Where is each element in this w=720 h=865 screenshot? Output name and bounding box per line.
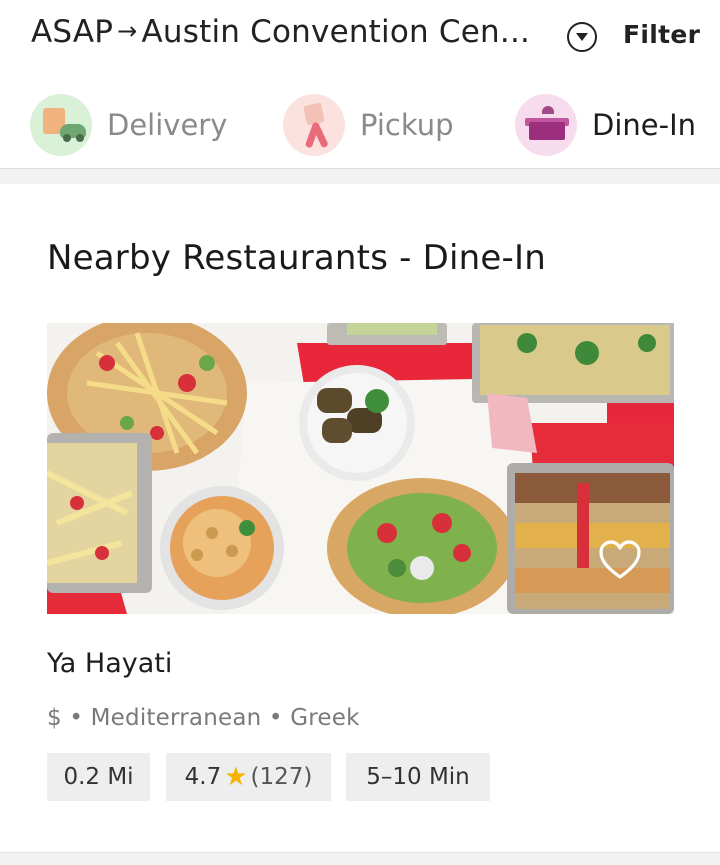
- distance-badge: 0.2 Mi: [47, 753, 150, 801]
- star-icon: ★: [224, 762, 248, 792]
- pickup-icon: [283, 94, 345, 156]
- section-title: Nearby Restaurants - Dine-In: [47, 238, 546, 278]
- chevron-down-icon[interactable]: [567, 22, 597, 52]
- location-label: Austin Convention Cen...: [141, 14, 531, 50]
- delivery-location-selector[interactable]: ASAP → Austin Convention Cen...: [31, 14, 530, 50]
- price-level: $: [47, 705, 62, 731]
- cuisine-label: Mediterranean: [90, 705, 262, 731]
- restaurant-photo[interactable]: [47, 323, 674, 614]
- heart-outline-icon[interactable]: [598, 540, 642, 580]
- tab-pickup[interactable]: Pickup: [283, 93, 454, 157]
- restaurant-name[interactable]: Ya Hayati: [47, 648, 172, 679]
- divider: [0, 852, 720, 865]
- tab-label: Delivery: [107, 108, 228, 142]
- restaurant-meta: $ • Mediterranean • Greek: [47, 705, 360, 731]
- header: ASAP → Austin Convention Cen... Filter: [0, 0, 720, 70]
- arrow-icon: →: [117, 17, 138, 45]
- tab-dine-in[interactable]: Dine-In: [515, 93, 696, 157]
- delivery-icon: [30, 94, 92, 156]
- time-label: ASAP: [31, 14, 114, 50]
- divider: [0, 168, 720, 184]
- food-photo-illustration: [47, 323, 674, 614]
- dine-in-icon: [515, 94, 577, 156]
- review-count: (127): [250, 764, 313, 790]
- rating-badge: 4.7 ★ (127): [166, 753, 331, 801]
- filter-button[interactable]: Filter: [623, 20, 700, 49]
- tab-label: Pickup: [360, 108, 454, 142]
- eta-badge: 5–10 Min: [346, 753, 490, 801]
- rating-value: 4.7: [184, 764, 222, 790]
- tab-label: Dine-In: [592, 108, 697, 142]
- tab-delivery[interactable]: Delivery: [30, 93, 227, 157]
- cuisine-label: Greek: [290, 705, 360, 731]
- mode-tabs: Delivery Pickup Dine-In: [0, 85, 720, 165]
